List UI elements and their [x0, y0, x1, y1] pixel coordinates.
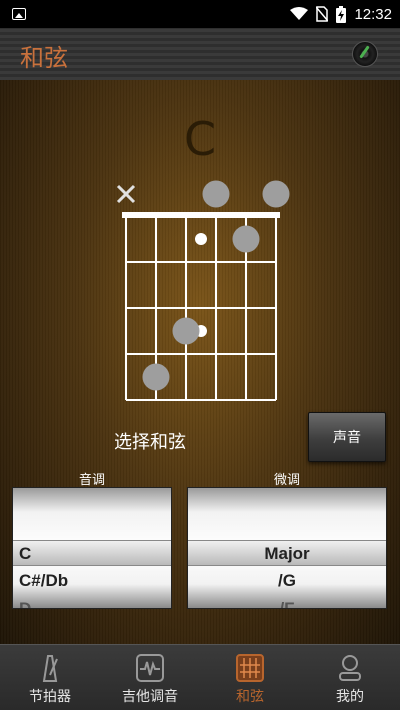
tune-picker-title: 微调 — [273, 473, 300, 488]
image-notification-icon — [12, 8, 26, 20]
nav-item-metronome[interactable]: 节拍器 — [0, 645, 100, 710]
nav-label: 我的 — [336, 689, 364, 705]
nav-label: 吉他调音 — [122, 689, 178, 705]
key-picker-item[interactable]: C — [13, 540, 171, 566]
key-picker-title: 音调 — [78, 473, 105, 488]
finger-position-dot — [142, 363, 170, 391]
tune-picker[interactable]: Major /G /F — [187, 487, 387, 609]
sound-button[interactable]: 声音 — [308, 412, 386, 462]
select-chord-label[interactable]: 选择和弦 — [114, 428, 186, 454]
no-sim-icon — [316, 6, 329, 22]
wifi-icon — [290, 7, 309, 20]
chord-grid-icon — [236, 654, 264, 682]
metronome-icon — [42, 655, 58, 682]
chord-diagram — [116, 180, 290, 401]
tuner-icon — [136, 654, 164, 682]
open-string-dot — [202, 180, 230, 208]
tune-picker-item[interactable]: /G — [188, 568, 386, 594]
nav-item-chord[interactable]: 和弦 — [200, 645, 300, 710]
tune-picker-item[interactable]: /F — [188, 596, 386, 608]
key-picker-item[interactable]: D — [13, 596, 171, 608]
chord-name: C — [183, 112, 217, 166]
chord-nut — [122, 212, 280, 218]
fret-marker-dot — [195, 233, 207, 245]
record-disc-icon[interactable] — [352, 41, 378, 67]
key-picker[interactable]: C C#/Db D — [12, 487, 172, 609]
nav-label: 节拍器 — [29, 689, 71, 705]
app-header: 和弦 — [0, 28, 400, 80]
page-title: 和弦 — [20, 44, 68, 72]
battery-charging-icon — [336, 5, 347, 23]
finger-position-dot — [172, 317, 200, 345]
tune-picker-item[interactable]: Major — [188, 540, 386, 566]
nav-item-profile[interactable]: 我的 — [300, 645, 400, 710]
nav-label: 和弦 — [236, 689, 264, 705]
status-bar: 12:32 — [0, 0, 400, 28]
status-time: 12:32 — [354, 5, 392, 23]
open-string-dot — [262, 180, 290, 208]
bottom-nav: 节拍器 吉他调音 和弦 我的 — [0, 644, 400, 710]
finger-position-dot — [232, 225, 260, 253]
profile-icon — [339, 655, 361, 681]
key-picker-item[interactable]: C#/Db — [13, 568, 171, 594]
nav-item-tuner[interactable]: 吉他调音 — [100, 645, 200, 710]
